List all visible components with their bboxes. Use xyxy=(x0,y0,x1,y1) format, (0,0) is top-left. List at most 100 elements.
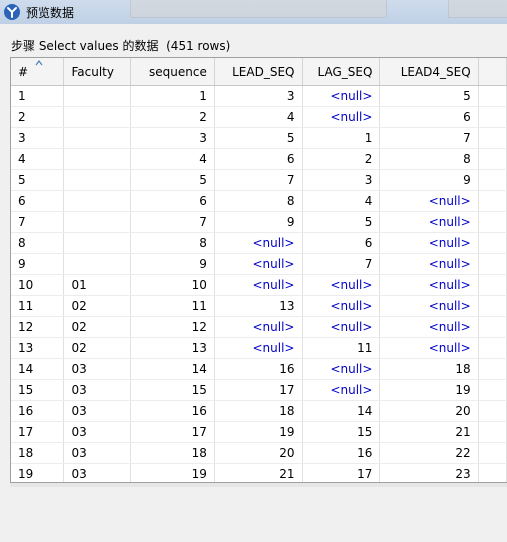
table-row[interactable]: 33517 xyxy=(11,127,507,149)
cell-row-number[interactable]: 10 xyxy=(11,274,65,296)
cell-row-number[interactable]: 14 xyxy=(11,358,65,380)
cell-lead4-seq[interactable]: <null> xyxy=(379,274,479,296)
cell-row-number[interactable]: 7 xyxy=(11,211,65,233)
cell-row-number[interactable]: 13 xyxy=(11,337,65,359)
table-row[interactable]: 9 9 <null> 7 <null> xyxy=(11,253,507,275)
table-row[interactable]: 13 02 13 <null> 11 <null> xyxy=(11,337,507,359)
cell-faculty[interactable] xyxy=(63,169,132,191)
cell-sequence[interactable]: 17 xyxy=(130,421,215,443)
cell-lag-seq[interactable]: <null> xyxy=(302,85,381,107)
cell-lead4-seq[interactable]: 9 xyxy=(379,169,479,191)
cell-lag-seq[interactable]: 1 xyxy=(302,127,381,149)
table-row[interactable]: 19 03 19 21 17 23 xyxy=(11,463,507,482)
cell-row-number[interactable]: 4 xyxy=(11,148,65,170)
cell-faculty[interactable]: 02 xyxy=(63,337,132,359)
cell-lag-seq[interactable]: 14 xyxy=(302,400,381,422)
table-row[interactable]: 16 03 16 18 14 20 xyxy=(11,400,507,422)
table-row[interactable]: 44628 xyxy=(11,148,507,170)
cell-lead-seq[interactable]: 4 xyxy=(214,106,303,128)
table-row[interactable]: 14 03 14 16 <null> 18 xyxy=(11,358,507,380)
table-row[interactable]: 12 02 12 <null> <null> <null> xyxy=(11,316,507,338)
table-row[interactable]: 55739 xyxy=(11,169,507,191)
grid-bottom-scroll-area[interactable] xyxy=(10,483,507,487)
cell-faculty[interactable]: 03 xyxy=(63,463,132,482)
cell-lead4-seq[interactable]: <null> xyxy=(379,190,479,212)
cell-lag-seq[interactable]: 6 xyxy=(302,232,381,254)
cell-lead4-seq[interactable]: <null> xyxy=(379,232,479,254)
cell-faculty[interactable] xyxy=(63,85,132,107)
cell-sequence[interactable]: 9 xyxy=(130,253,215,275)
cell-sequence[interactable]: 1 xyxy=(130,85,215,107)
cell-lag-seq[interactable]: 5 xyxy=(302,211,381,233)
cell-faculty[interactable]: 03 xyxy=(63,358,132,380)
table-row[interactable]: 10 01 10 <null> <null> <null> xyxy=(11,274,507,296)
cell-lead4-seq[interactable]: <null> xyxy=(379,295,479,317)
cell-sequence[interactable]: 15 xyxy=(130,379,215,401)
cell-faculty[interactable] xyxy=(63,190,132,212)
cell-lead-seq[interactable]: <null> xyxy=(214,274,303,296)
cell-lag-seq[interactable]: <null> xyxy=(302,379,381,401)
column-header-row-number[interactable]: # xyxy=(11,58,65,86)
cell-lead-seq[interactable]: 3 xyxy=(214,85,303,107)
cell-faculty[interactable]: 01 xyxy=(63,274,132,296)
cell-sequence[interactable]: 10 xyxy=(130,274,215,296)
cell-row-number[interactable]: 17 xyxy=(11,421,65,443)
cell-sequence[interactable]: 14 xyxy=(130,358,215,380)
cell-lead4-seq[interactable]: 7 xyxy=(379,127,479,149)
cell-sequence[interactable]: 2 xyxy=(130,106,215,128)
table-row[interactable]: 11 02 11 13 <null> <null> xyxy=(11,295,507,317)
cell-lead-seq[interactable]: 18 xyxy=(214,400,303,422)
table-row[interactable]: 15 03 15 17 <null> 19 xyxy=(11,379,507,401)
cell-lead-seq[interactable]: 8 xyxy=(214,190,303,212)
cell-row-number[interactable]: 1 xyxy=(11,85,65,107)
cell-row-number[interactable]: 16 xyxy=(11,400,65,422)
cell-faculty[interactable] xyxy=(63,211,132,233)
cell-lead-seq[interactable]: 20 xyxy=(214,442,303,464)
table-row[interactable]: 8 8 <null> 6 <null> xyxy=(11,232,507,254)
cell-sequence[interactable]: 19 xyxy=(130,463,215,482)
column-header-lag-seq[interactable]: LAG_SEQ xyxy=(302,58,381,86)
cell-sequence[interactable]: 18 xyxy=(130,442,215,464)
cell-lag-seq[interactable]: <null> xyxy=(302,295,381,317)
cell-lag-seq[interactable]: <null> xyxy=(302,316,381,338)
cell-row-number[interactable]: 9 xyxy=(11,253,65,275)
cell-lead-seq[interactable]: 21 xyxy=(214,463,303,482)
cell-faculty[interactable] xyxy=(63,148,132,170)
table-row[interactable]: 2 2 4 <null> 6 xyxy=(11,106,507,128)
cell-lag-seq[interactable]: 7 xyxy=(302,253,381,275)
cell-lead-seq[interactable]: <null> xyxy=(214,337,303,359)
cell-faculty[interactable] xyxy=(63,232,132,254)
table-row[interactable]: 18 03 18 20 16 22 xyxy=(11,442,507,464)
cell-row-number[interactable]: 2 xyxy=(11,106,65,128)
cell-row-number[interactable]: 3 xyxy=(11,127,65,149)
cell-lead-seq[interactable]: 17 xyxy=(214,379,303,401)
cell-lag-seq[interactable]: 16 xyxy=(302,442,381,464)
cell-lag-seq[interactable]: <null> xyxy=(302,106,381,128)
cell-lead4-seq[interactable]: 18 xyxy=(379,358,479,380)
cell-lead-seq[interactable]: 13 xyxy=(214,295,303,317)
cell-faculty[interactable] xyxy=(63,253,132,275)
cell-row-number[interactable]: 15 xyxy=(11,379,65,401)
cell-lag-seq[interactable]: <null> xyxy=(302,358,381,380)
cell-row-number[interactable]: 11 xyxy=(11,295,65,317)
column-header-faculty[interactable]: Faculty xyxy=(63,58,132,86)
table-row[interactable]: 1 1 3 <null> 5 xyxy=(11,85,507,107)
column-header-lead4-seq[interactable]: LEAD4_SEQ xyxy=(379,58,479,86)
cell-lead-seq[interactable]: <null> xyxy=(214,232,303,254)
cell-lag-seq[interactable]: 11 xyxy=(302,337,381,359)
cell-sequence[interactable]: 4 xyxy=(130,148,215,170)
cell-lead-seq[interactable]: 7 xyxy=(214,169,303,191)
cell-faculty[interactable] xyxy=(63,127,132,149)
cell-lag-seq[interactable]: 3 xyxy=(302,169,381,191)
cell-lead4-seq[interactable]: 6 xyxy=(379,106,479,128)
cell-faculty[interactable]: 02 xyxy=(63,316,132,338)
cell-faculty[interactable]: 02 xyxy=(63,295,132,317)
cell-row-number[interactable]: 8 xyxy=(11,232,65,254)
cell-lead-seq[interactable]: 5 xyxy=(214,127,303,149)
cell-sequence[interactable]: 16 xyxy=(130,400,215,422)
cell-lag-seq[interactable]: 2 xyxy=(302,148,381,170)
cell-row-number[interactable]: 18 xyxy=(11,442,65,464)
cell-sequence[interactable]: 8 xyxy=(130,232,215,254)
cell-lead4-seq[interactable]: <null> xyxy=(379,211,479,233)
cell-lead4-seq[interactable]: <null> xyxy=(379,253,479,275)
